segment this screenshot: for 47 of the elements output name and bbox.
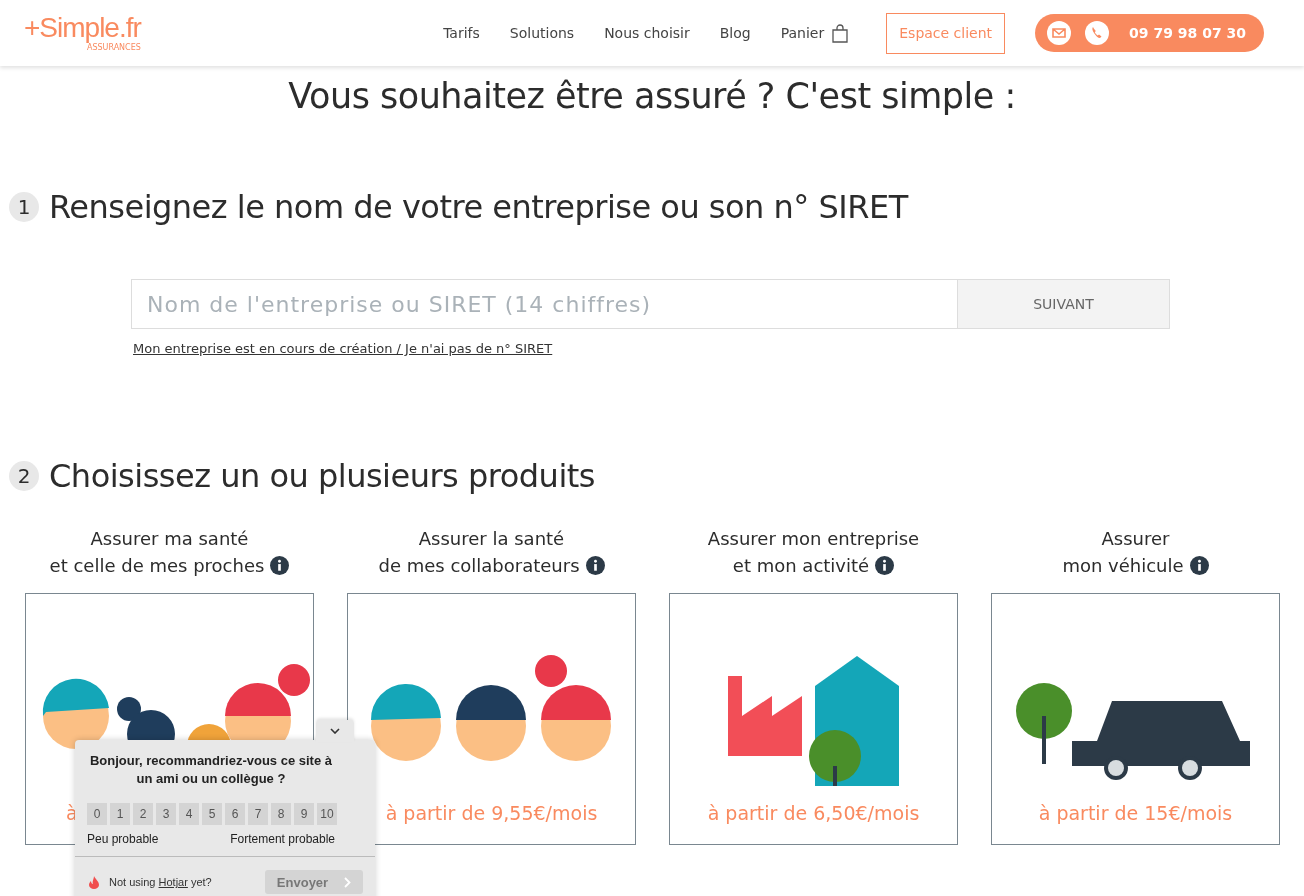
collapse-button[interactable] — [316, 720, 354, 742]
score-option[interactable]: 9 — [294, 803, 314, 825]
product-title: Assurer ma santé — [90, 527, 249, 551]
next-button[interactable]: SUIVANT — [958, 279, 1170, 329]
scale-label: Peu probable — [87, 832, 159, 846]
score-option[interactable]: 4 — [179, 803, 199, 825]
score-option[interactable]: 3 — [156, 803, 176, 825]
shopping-bag-icon[interactable] — [832, 23, 849, 43]
product-title: et celle de mes proches — [49, 554, 265, 578]
step-number: 1 — [9, 192, 39, 222]
product-title: de mes collaborateurs — [378, 554, 580, 578]
score-option[interactable]: 6 — [225, 803, 245, 825]
step-number: 2 — [9, 461, 39, 491]
product-title: Assurer la santé — [418, 527, 565, 551]
hotjar-link[interactable]: Hotjar — [158, 876, 188, 888]
nav-link[interactable]: Panier — [780, 25, 825, 41]
nav-link[interactable]: Nous choisir — [604, 25, 690, 41]
nav-link[interactable]: Solutions — [509, 25, 575, 41]
info-icon[interactable] — [585, 556, 605, 575]
score-option[interactable]: 2 — [133, 803, 153, 825]
info-icon[interactable] — [875, 556, 895, 575]
product-price: à partir de 9,55€/mois — [385, 802, 598, 824]
score-option[interactable]: 8 — [271, 803, 291, 825]
score-option[interactable]: 1 — [110, 803, 130, 825]
flame-icon — [89, 875, 99, 889]
step-title: Renseignez le nom de votre entreprise ou son n° SIRET — [49, 188, 908, 226]
chevron-down-icon — [330, 728, 340, 734]
hotjar-promo-text: Not using Hotjar yet? — [109, 876, 212, 888]
product-title: mon véhicule — [1062, 554, 1184, 578]
product-price: à partir de 6,50€/mois — [707, 802, 920, 824]
product-price: à partir de 15€/mois — [1038, 802, 1233, 824]
score-option[interactable]: 5 — [202, 803, 222, 825]
company-search-field[interactable]: Nom de l'entreprise ou SIRET (14 chiffres) — [131, 279, 958, 329]
step-title: Choisissez un ou plusieurs produits — [49, 457, 595, 495]
nav-link[interactable]: Tarifs — [443, 25, 480, 41]
product-title: Assurer — [1101, 527, 1170, 551]
product-title: Assurer mon entreprise — [707, 527, 920, 551]
info-icon[interactable] — [270, 556, 290, 575]
chevron-right-icon — [344, 876, 352, 888]
info-icon[interactable] — [1189, 556, 1209, 575]
nav-link[interactable]: Blog — [719, 25, 751, 41]
score-option[interactable]: 7 — [248, 803, 268, 825]
score-option[interactable]: 0 — [87, 803, 107, 825]
product-title: et mon activité — [732, 554, 870, 578]
score-option[interactable]: 10 — [317, 803, 337, 825]
page-headline: Vous souhaitez être assuré ? C'est simple : — [287, 76, 1017, 116]
no-siret-link[interactable]: Mon entreprise est en cours de création / Je n'ai pas de n° SIRET — [133, 341, 553, 356]
